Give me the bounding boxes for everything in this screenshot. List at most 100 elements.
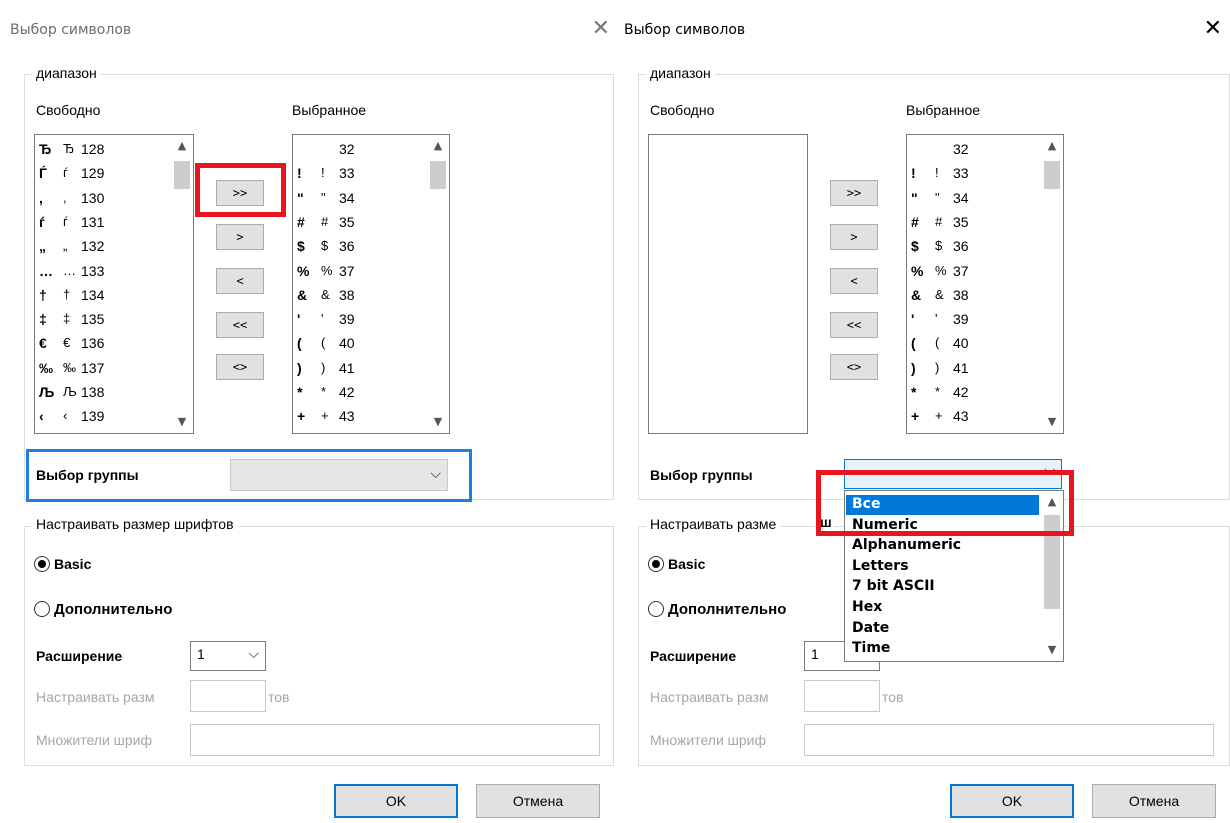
char-code: 34 bbox=[339, 189, 355, 206]
radio-basic[interactable] bbox=[34, 556, 50, 572]
close-icon[interactable]: ✕ bbox=[592, 18, 610, 40]
char-code: 42 bbox=[339, 384, 355, 400]
font-adjust-label: Настраивать разм bbox=[36, 689, 155, 705]
close-icon[interactable]: ✕ bbox=[1204, 18, 1222, 40]
selected-listbox[interactable]: 32!! 33 " " 34 # #35 $ $36%% 37 & & 38 ' ' 39((40)) 41 * *… bbox=[906, 134, 1064, 434]
selected-listbox[interactable]: 32!! 33 " " 34 # #35 $ $36%% 37 & & 38 ' ' 39((40)) 41 * *… bbox=[292, 134, 450, 434]
font-adjust-input[interactable] bbox=[190, 680, 266, 712]
highlight-red-box bbox=[816, 470, 1074, 536]
dropdown-option[interactable]: Alphanumeric bbox=[846, 536, 1039, 556]
char-glyph: ‹ bbox=[39, 408, 44, 425]
group-select-label: Выбор группы bbox=[36, 467, 139, 483]
cancel-button[interactable]: Отмена bbox=[1092, 784, 1216, 818]
char-glyph: + bbox=[911, 408, 920, 425]
char-code: 128 bbox=[81, 141, 105, 157]
expansion-label: Расширение bbox=[36, 648, 123, 664]
char-code: 135 bbox=[81, 311, 105, 328]
cancel-button[interactable]: Отмена bbox=[476, 784, 600, 818]
dropdown-option[interactable]: Time bbox=[846, 639, 1039, 659]
free-listbox[interactable]: Ђ Ђ 128 Ѓѓ 129,, 130 ѓ ѓ 131 „ „ 132…… 133 † † 134 ‡ ‡ 135… bbox=[34, 134, 194, 434]
font-adjust-suffix: тов bbox=[268, 689, 290, 705]
dropdown-option[interactable]: Hex bbox=[846, 598, 1039, 618]
dialog-title: Выбор символов bbox=[10, 22, 132, 38]
free-label: Свободно bbox=[650, 102, 715, 118]
scroll-thumb[interactable] bbox=[430, 161, 446, 189]
char-code: 34 bbox=[953, 189, 969, 206]
char-code: 32 bbox=[953, 141, 969, 157]
dropdown-option[interactable]: 7 bit ASCII bbox=[846, 577, 1039, 597]
char-code: 136 bbox=[81, 335, 105, 352]
char-glyph: … bbox=[39, 262, 53, 279]
char-glyph: ) bbox=[911, 359, 916, 376]
move-left-button[interactable]: < bbox=[830, 268, 878, 294]
swap-button[interactable]: <> bbox=[216, 354, 264, 380]
ok-button[interactable]: OK bbox=[334, 784, 458, 818]
dropdown-option[interactable]: Date bbox=[846, 619, 1039, 639]
char-glyph: Ђ bbox=[39, 141, 52, 157]
char-glyph: " bbox=[297, 189, 304, 206]
char-code: 43 bbox=[953, 408, 969, 425]
scrollbar[interactable]: ▲ ▼ bbox=[171, 135, 193, 433]
radio-advanced[interactable] bbox=[648, 601, 664, 617]
font-adjust-input[interactable] bbox=[804, 680, 880, 712]
move-all-right-button[interactable]: >> bbox=[830, 180, 878, 206]
char-glyph: ‡ bbox=[39, 311, 47, 328]
range-legend: диапазон bbox=[32, 65, 101, 81]
char-code: 40 bbox=[953, 335, 969, 352]
move-right-button[interactable]: > bbox=[830, 224, 878, 250]
swap-button[interactable]: <> bbox=[830, 354, 878, 380]
scroll-down-icon[interactable]: ▼ bbox=[1041, 641, 1063, 659]
scroll-down-icon[interactable]: ▼ bbox=[1041, 413, 1063, 431]
font-multiplier-input[interactable] bbox=[190, 724, 600, 756]
char-glyph: * bbox=[911, 384, 917, 400]
char-glyph: " bbox=[911, 189, 918, 206]
group-select[interactable]: ⌵ bbox=[230, 459, 448, 491]
move-all-left-button[interactable]: << bbox=[216, 312, 264, 338]
free-listbox[interactable] bbox=[648, 134, 808, 434]
radio-basic[interactable] bbox=[648, 556, 664, 572]
font-multiplier-input[interactable] bbox=[804, 724, 1214, 756]
left-dialog: Выбор символов ✕ диапазон Свободно Выбра… bbox=[0, 0, 614, 823]
char-code: 39 bbox=[339, 311, 355, 328]
char-code: 130 bbox=[81, 189, 105, 206]
char-glyph: „ bbox=[39, 238, 46, 255]
char-glyph: % bbox=[911, 262, 924, 279]
char-code: 35 bbox=[339, 213, 355, 230]
ok-button[interactable]: OK bbox=[950, 784, 1074, 818]
char-code: 132 bbox=[81, 238, 105, 255]
chevron-down-icon: ⌵ bbox=[248, 646, 259, 662]
radio-advanced[interactable] bbox=[34, 601, 50, 617]
scroll-up-icon[interactable]: ▲ bbox=[427, 137, 449, 155]
char-code: 139 bbox=[81, 408, 105, 425]
font-multiplier-label: Множители шриф bbox=[36, 732, 153, 748]
scroll-down-icon[interactable]: ▼ bbox=[427, 413, 449, 431]
scroll-thumb[interactable] bbox=[174, 161, 190, 189]
char-glyph: ' bbox=[911, 311, 915, 328]
scrollbar[interactable]: ▲ ▼ bbox=[427, 135, 449, 433]
char-glyph: $ bbox=[911, 238, 919, 255]
right-dialog: Выбор символов ✕ диапазон Свободно Выбра… bbox=[614, 0, 1230, 823]
char-glyph: $ bbox=[297, 238, 305, 255]
scroll-down-icon[interactable]: ▼ bbox=[171, 413, 193, 431]
scrollbar[interactable]: ▲ ▼ bbox=[1041, 135, 1063, 433]
char-code: 40 bbox=[339, 335, 355, 352]
radio-advanced-label: Дополнительно bbox=[668, 601, 787, 618]
move-right-button[interactable]: > bbox=[216, 224, 264, 250]
move-left-button[interactable]: < bbox=[216, 268, 264, 294]
char-glyph: & bbox=[911, 286, 922, 303]
expansion-select[interactable]: 1 ⌵ bbox=[190, 641, 266, 671]
scroll-thumb[interactable] bbox=[1044, 161, 1060, 189]
radio-basic-label: Basic bbox=[54, 556, 92, 572]
char-glyph: € bbox=[39, 335, 47, 352]
scroll-up-icon[interactable]: ▲ bbox=[1041, 137, 1063, 155]
char-code: 133 bbox=[81, 262, 105, 279]
dropdown-option[interactable]: Letters bbox=[846, 557, 1039, 577]
char-glyph: ! bbox=[911, 165, 916, 182]
char-code: 33 bbox=[953, 165, 969, 182]
move-all-left-button[interactable]: << bbox=[830, 312, 878, 338]
char-code: 38 bbox=[953, 286, 969, 303]
scroll-up-icon[interactable]: ▲ bbox=[171, 137, 193, 155]
selected-label: Выбранное bbox=[292, 102, 367, 118]
char-code: 39 bbox=[953, 311, 969, 328]
char-code: 137 bbox=[81, 359, 105, 376]
